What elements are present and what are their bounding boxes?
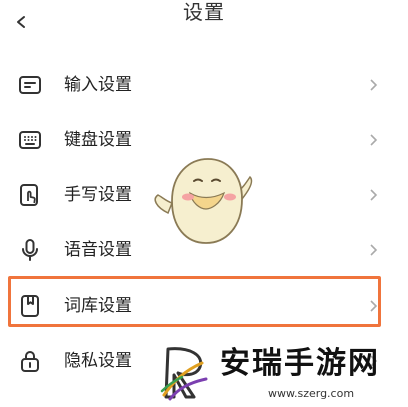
watermark-url: www.szerg.com bbox=[268, 387, 355, 400]
settings-item-label: 键盘设置 bbox=[64, 130, 132, 150]
watermark-logo-icon bbox=[160, 347, 208, 401]
settings-item-label: 语音设置 bbox=[64, 240, 132, 260]
lock-icon bbox=[21, 351, 39, 372]
input-icon bbox=[19, 76, 41, 94]
handwriting-icon bbox=[20, 184, 38, 206]
keyboard-icon bbox=[19, 131, 41, 149]
mascot-bird-icon bbox=[154, 158, 253, 244]
settings-item-label: 隐私设置 bbox=[64, 351, 132, 371]
settings-item-input[interactable]: 输入设置 bbox=[0, 57, 408, 113]
chevron-right-icon bbox=[370, 79, 378, 91]
top-bar: 设置 bbox=[0, 0, 408, 40]
watermark-text: 安瑞手游网 bbox=[220, 346, 380, 381]
highlight-box bbox=[8, 276, 381, 327]
chevron-right-icon bbox=[370, 244, 378, 256]
settings-item-label: 输入设置 bbox=[64, 75, 132, 95]
page-title: 设置 bbox=[183, 0, 225, 24]
chevron-right-icon bbox=[370, 134, 378, 146]
microphone-icon bbox=[22, 239, 38, 261]
chevron-right-icon bbox=[370, 189, 378, 201]
settings-item-label: 手写设置 bbox=[64, 185, 132, 205]
